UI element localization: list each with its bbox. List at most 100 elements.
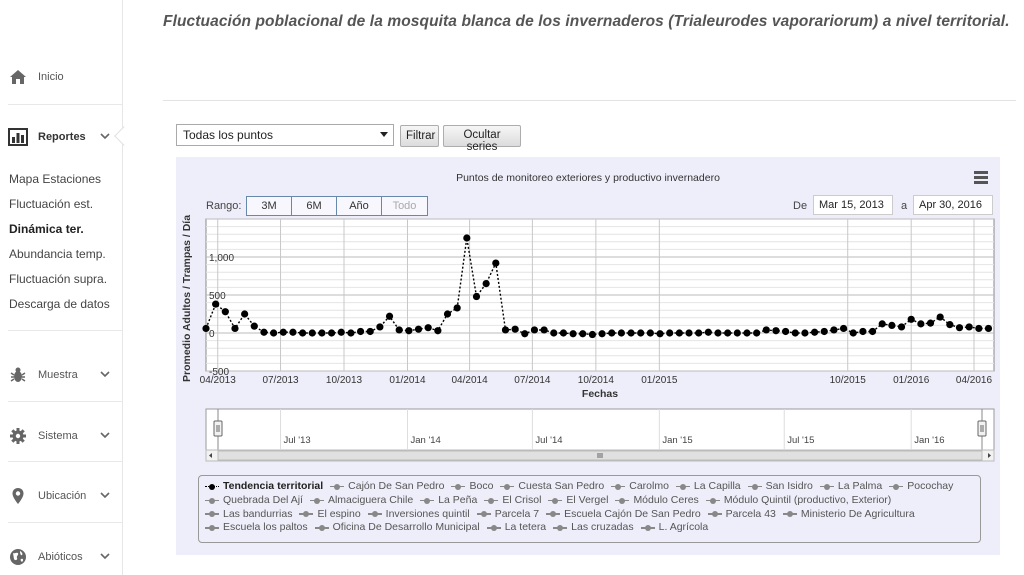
data-point[interactable] xyxy=(849,329,857,337)
data-point[interactable] xyxy=(907,315,915,323)
legend-item[interactable]: Escuela los paltos xyxy=(205,521,308,535)
data-point[interactable] xyxy=(888,321,896,329)
data-point[interactable] xyxy=(579,330,587,338)
legend-item[interactable]: L. Agrícola xyxy=(640,521,708,535)
data-point[interactable] xyxy=(801,329,809,337)
navigator-area[interactable] xyxy=(205,408,995,451)
data-point[interactable] xyxy=(859,327,867,336)
data-point[interactable] xyxy=(569,330,577,338)
data-point[interactable] xyxy=(704,328,712,336)
legend-item[interactable]: Parcela 7 xyxy=(476,508,539,522)
data-point[interactable] xyxy=(839,324,848,333)
legend-item[interactable]: El Crisol xyxy=(484,494,541,508)
data-point[interactable] xyxy=(714,329,722,337)
sidebar-subitem-descarga-datos[interactable]: Descarga de datos xyxy=(9,297,110,311)
legend-item[interactable]: Inversiones quintil xyxy=(367,508,470,522)
points-select[interactable]: Todas los puntos xyxy=(176,124,394,146)
legend-item[interactable]: La Capilla xyxy=(675,480,741,494)
data-point[interactable] xyxy=(463,234,471,242)
data-point[interactable] xyxy=(376,323,384,331)
data-point[interactable] xyxy=(511,325,519,333)
data-point[interactable] xyxy=(492,259,500,267)
legend-item[interactable]: Almaciguera Chile xyxy=(309,494,413,508)
data-point[interactable] xyxy=(936,313,944,321)
sidebar-subitem-fluctuacion-supra[interactable]: Fluctuación supra. xyxy=(9,272,107,286)
legend-item[interactable]: Módulo Ceres xyxy=(615,494,699,508)
filter-button[interactable]: Filtrar xyxy=(400,125,439,147)
legend-item[interactable]: La tetera xyxy=(486,521,546,535)
data-point[interactable] xyxy=(878,320,886,328)
data-point[interactable] xyxy=(685,329,693,337)
data-point[interactable] xyxy=(414,325,423,333)
data-point[interactable] xyxy=(270,329,278,337)
legend-item[interactable]: Las bandurrias xyxy=(205,508,292,522)
data-point[interactable] xyxy=(550,329,558,337)
legend-item[interactable]: Cuesta San Pedro xyxy=(500,480,604,494)
data-point[interactable] xyxy=(965,323,973,331)
legend-item[interactable]: Oficina De Desarrollo Municipal xyxy=(314,521,480,535)
data-point[interactable] xyxy=(830,326,838,334)
legend-item[interactable]: Boco xyxy=(451,480,493,494)
data-point[interactable] xyxy=(772,327,780,335)
data-point[interactable] xyxy=(733,329,741,337)
data-point[interactable] xyxy=(212,300,220,308)
navigator-handle[interactable] xyxy=(977,420,987,437)
data-point[interactable] xyxy=(453,304,461,312)
data-point[interactable] xyxy=(327,329,336,337)
legend-item[interactable]: Ministerio De Agricultura xyxy=(782,508,915,522)
legend-item[interactable]: La Peña xyxy=(420,494,477,508)
data-point[interactable] xyxy=(521,330,529,338)
data-point[interactable] xyxy=(279,328,287,336)
legend-item[interactable]: El Vergel xyxy=(548,494,608,508)
legend-item[interactable]: Cajón De San Pedro xyxy=(330,480,444,494)
data-point[interactable] xyxy=(501,326,510,334)
data-point[interactable] xyxy=(472,292,481,301)
data-point[interactable] xyxy=(347,329,355,337)
legend-item[interactable]: San Isidro xyxy=(747,480,813,494)
data-point[interactable] xyxy=(482,280,490,288)
data-point[interactable] xyxy=(356,327,365,336)
data-point[interactable] xyxy=(231,324,239,333)
data-point[interactable] xyxy=(762,326,770,334)
sidebar-item-reportes[interactable]: Reportes xyxy=(0,117,123,157)
data-point[interactable] xyxy=(782,327,790,336)
sidebar-item-muestra[interactable]: Muestra xyxy=(0,355,123,395)
data-point[interactable] xyxy=(868,327,877,336)
data-point[interactable] xyxy=(530,326,539,334)
legend-item[interactable]: Tendencia territorial xyxy=(205,480,323,494)
sidebar-subitem-fluctuacion-est[interactable]: Fluctuación est. xyxy=(9,197,93,211)
sidebar-subitem-abundancia-temp[interactable]: Abundancia temp. xyxy=(9,247,106,261)
data-point[interactable] xyxy=(260,328,268,336)
data-point[interactable] xyxy=(627,329,635,337)
data-point[interactable] xyxy=(820,327,828,336)
data-point[interactable] xyxy=(318,329,326,337)
data-point[interactable] xyxy=(917,320,925,328)
data-point[interactable] xyxy=(897,323,906,331)
data-point[interactable] xyxy=(598,330,606,338)
data-point[interactable] xyxy=(608,329,616,337)
data-point[interactable] xyxy=(695,329,703,337)
legend-item[interactable]: Quebrada Del Ají xyxy=(205,494,303,508)
legend-item[interactable]: La Palma xyxy=(819,480,882,494)
data-point[interactable] xyxy=(299,329,307,337)
data-point[interactable] xyxy=(395,326,403,334)
sidebar-item-ubicacion[interactable]: Ubicación xyxy=(0,476,123,516)
data-point[interactable] xyxy=(366,327,374,336)
sidebar-subitem-mapa-estaciones[interactable]: Mapa Estaciones xyxy=(9,172,101,186)
data-point[interactable] xyxy=(646,329,654,337)
data-point[interactable] xyxy=(241,310,249,318)
sidebar-item-inicio[interactable]: Inicio xyxy=(0,57,123,97)
data-point[interactable] xyxy=(221,308,229,316)
data-point[interactable] xyxy=(946,321,954,329)
legend-item[interactable]: Escuela Cajón De San Pedro xyxy=(546,508,701,522)
data-point[interactable] xyxy=(743,329,751,337)
data-point[interactable] xyxy=(656,330,664,338)
data-point[interactable] xyxy=(289,328,297,336)
data-point[interactable] xyxy=(955,324,964,332)
legend-item[interactable]: Pocochay xyxy=(889,480,953,494)
data-point[interactable] xyxy=(308,329,316,337)
data-point[interactable] xyxy=(443,310,452,318)
data-point[interactable] xyxy=(434,327,442,335)
legend-item[interactable]: Módulo Quintil (productivo, Exterior) xyxy=(705,494,891,508)
data-point[interactable] xyxy=(637,329,645,337)
